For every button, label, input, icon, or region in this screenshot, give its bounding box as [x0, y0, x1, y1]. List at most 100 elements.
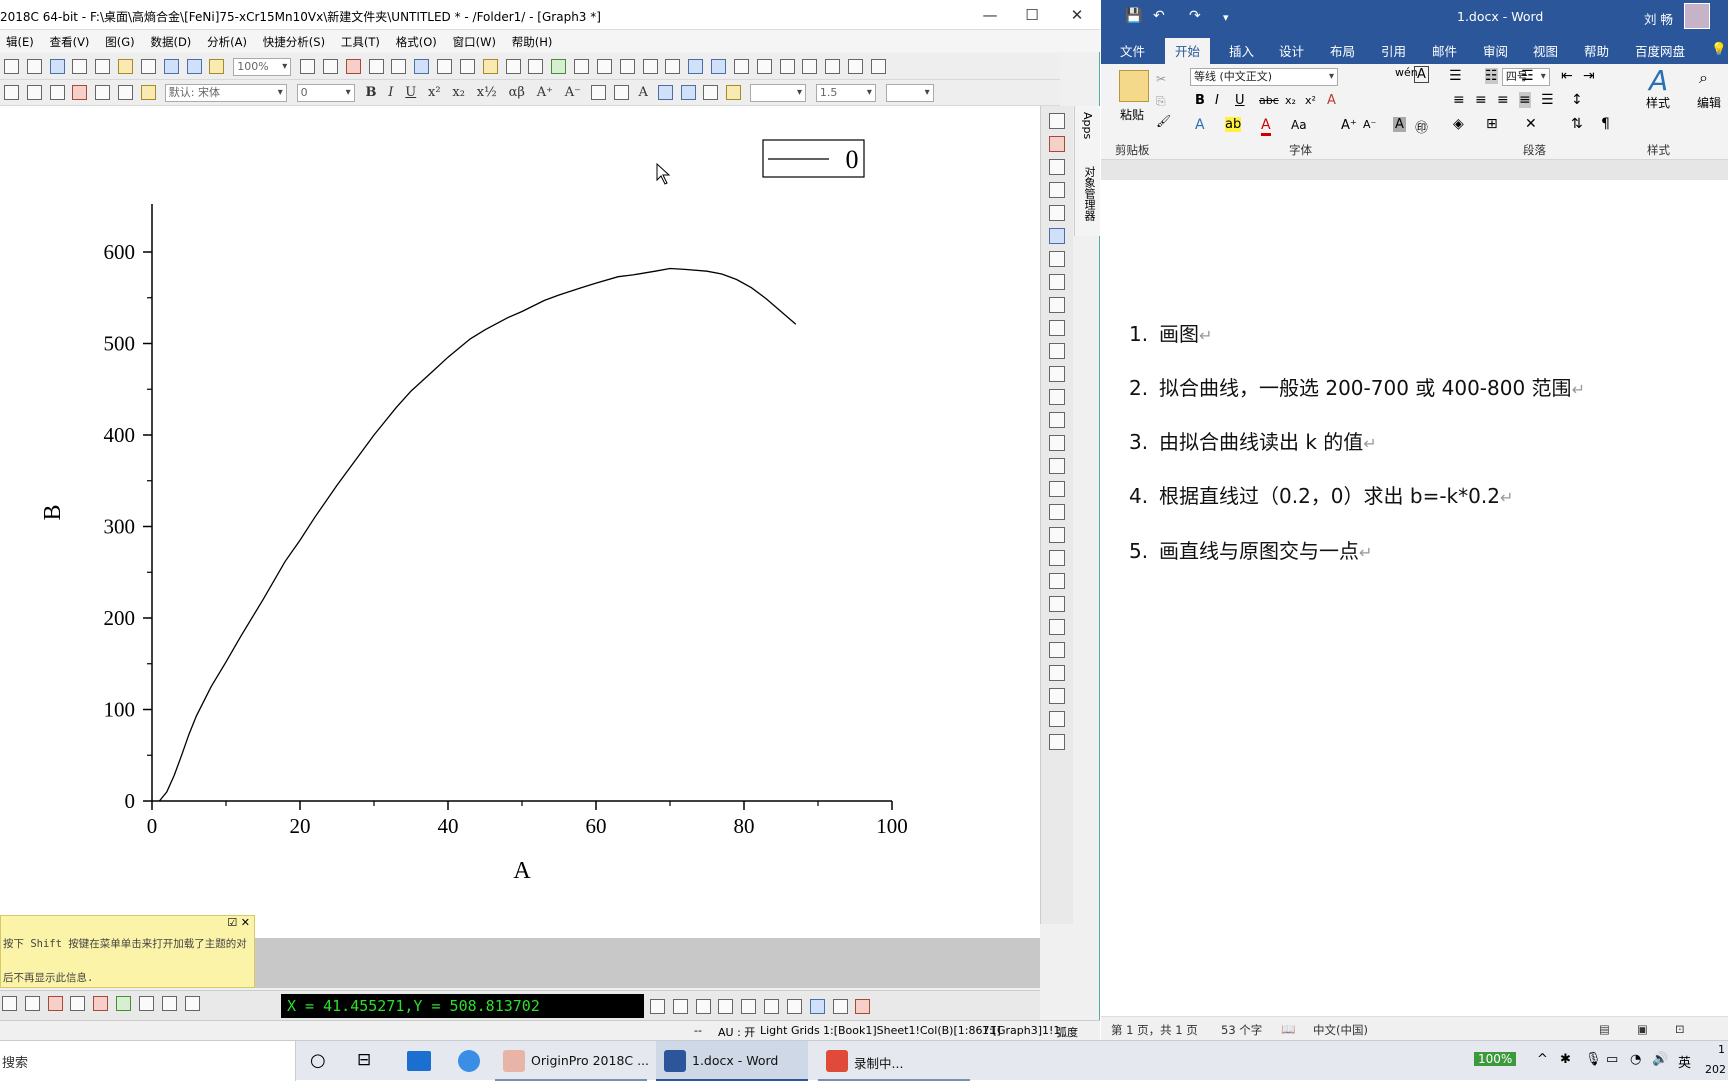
- rescale-icon[interactable]: [1049, 205, 1065, 221]
- strikethrough-icon[interactable]: abc: [1259, 94, 1279, 107]
- 3d-scatter-icon[interactable]: [695, 999, 711, 1014]
- shrink-font-icon[interactable]: A⁻: [1363, 118, 1376, 131]
- align-left-tool-icon[interactable]: [1049, 504, 1065, 520]
- calculator-icon[interactable]: [528, 59, 544, 74]
- increase-font-icon[interactable]: A⁺: [537, 85, 553, 100]
- pointer-icon[interactable]: [1049, 113, 1065, 129]
- underline-icon[interactable]: U: [405, 85, 416, 100]
- menu-graph[interactable]: 图(G): [99, 30, 140, 50]
- align-icon[interactable]: [590, 85, 606, 100]
- tab-file[interactable]: 文件: [1120, 41, 1145, 60]
- close-icon[interactable]: ✕: [1062, 4, 1092, 26]
- taskbar-item-word[interactable]: 1.docx - Word: [656, 1041, 808, 1081]
- proofing-icon[interactable]: 📖: [1281, 1022, 1295, 1036]
- command-window-icon[interactable]: [437, 59, 453, 74]
- line-style-combo[interactable]: [750, 84, 807, 102]
- l-app-icon[interactable]: [458, 1050, 480, 1072]
- tab-baidu-netdisk[interactable]: 百度网盘: [1635, 41, 1685, 60]
- statistics-icon[interactable]: [619, 59, 635, 74]
- pattern-color-icon[interactable]: [680, 85, 696, 100]
- mail-icon[interactable]: [407, 1051, 431, 1071]
- document-page[interactable]: 1. 画图↵ 2. 拟合曲线，一般选 200-700 或 400-800 范围↵ 3…: [1101, 180, 1728, 1000]
- list-item[interactable]: 3. 由拟合曲线读出 k 的值↵: [1129, 426, 1377, 455]
- filter-options-icon[interactable]: [802, 59, 818, 74]
- column-plot-icon[interactable]: [47, 996, 63, 1011]
- open-template-icon[interactable]: [140, 59, 156, 74]
- sort-icon[interactable]: [642, 59, 658, 74]
- ime-indicator[interactable]: 英: [1678, 1052, 1691, 1071]
- sum-icon[interactable]: [596, 59, 612, 74]
- taskbar-item-origin[interactable]: OriginPro 2018C ...: [495, 1041, 649, 1081]
- save-template-icon[interactable]: [186, 59, 202, 74]
- character-shading-icon[interactable]: A: [1393, 117, 1406, 132]
- language[interactable]: 中文(中国): [1313, 1022, 1368, 1038]
- styles-icon[interactable]: A: [1649, 64, 1668, 97]
- color-wheel-icon[interactable]: [551, 59, 567, 74]
- align-left-icon[interactable]: ≡: [1453, 92, 1465, 108]
- symbol-combo[interactable]: [885, 84, 934, 102]
- bold-icon[interactable]: B: [1195, 93, 1205, 108]
- editing-button[interactable]: 编辑: [1697, 94, 1721, 111]
- align-top-tool-icon[interactable]: [1049, 550, 1065, 566]
- tab-references[interactable]: 引用: [1381, 41, 1406, 60]
- highlight-icon[interactable]: ab: [1225, 117, 1242, 132]
- zoom-in-icon[interactable]: [1049, 136, 1065, 152]
- italic-icon[interactable]: I: [388, 85, 393, 100]
- maximize-icon[interactable]: ☐: [1017, 4, 1047, 26]
- fit-icon[interactable]: [733, 59, 749, 74]
- list-item[interactable]: 5. 画直线与原图交与一点↵: [1129, 535, 1372, 564]
- format-painter-icon[interactable]: 🖌: [1156, 114, 1171, 128]
- template-icon[interactable]: [184, 996, 200, 1011]
- 3d-wire-icon[interactable]: [718, 999, 734, 1014]
- merge-icon[interactable]: [4, 85, 19, 100]
- data-selector-icon[interactable]: [1049, 274, 1065, 290]
- list-item[interactable]: 4. 根据直线过（0.2，0）求出 b=-k*0.2↵: [1129, 480, 1513, 509]
- results-log-icon[interactable]: [414, 59, 430, 74]
- tab-layout[interactable]: 布局: [1330, 41, 1355, 60]
- paste-icon[interactable]: [140, 85, 156, 100]
- network-icon[interactable]: ◔: [1630, 1052, 1641, 1067]
- font-color-icon[interactable]: A: [639, 85, 648, 100]
- power-icon[interactable]: ▭: [1606, 1052, 1618, 1067]
- align-right-icon[interactable]: ≡: [1497, 92, 1509, 108]
- tab-insert[interactable]: 插入: [1229, 41, 1254, 60]
- area-plot-icon[interactable]: [116, 996, 132, 1011]
- avatar[interactable]: [1684, 3, 1710, 29]
- task-view-icon[interactable]: ⊟: [357, 1050, 371, 1070]
- new-project-icon[interactable]: [49, 59, 65, 74]
- 3d-wall-icon[interactable]: [786, 999, 802, 1014]
- styles-button[interactable]: 样式: [1646, 94, 1670, 111]
- increase-indent-icon[interactable]: ⇥: [1583, 68, 1595, 84]
- screen-reader-icon[interactable]: [1049, 251, 1065, 267]
- 3d-bar-icon[interactable]: [672, 999, 688, 1014]
- graph-canvas[interactable]: 0 20 40 60 80 100 0 100 200 300 400 500 600 A B 0: [0, 106, 1040, 938]
- enclose-characters-icon[interactable]: ㊞: [1415, 117, 1428, 136]
- borders-icon[interactable]: ⊞: [1486, 116, 1498, 132]
- chinese-layout-icon[interactable]: ✕: [1525, 116, 1537, 132]
- paste-icon[interactable]: [1119, 70, 1149, 102]
- chevron-up-icon[interactable]: ^: [1537, 1052, 1548, 1067]
- bullets-icon[interactable]: ☰: [1449, 68, 1462, 84]
- cortana-icon[interactable]: ○: [310, 1050, 326, 1071]
- menu-data[interactable]: 数据(D): [144, 30, 197, 50]
- layer-icon[interactable]: [345, 59, 361, 74]
- circle-tool-icon[interactable]: [1049, 435, 1065, 451]
- new-graph-icon[interactable]: [72, 59, 88, 74]
- menu-tools[interactable]: 工具(T): [335, 30, 386, 50]
- tab-home[interactable]: 开始: [1165, 38, 1211, 64]
- undo-icon[interactable]: ↶: [1153, 8, 1165, 24]
- read-mode-icon[interactable]: ▤: [1599, 1022, 1610, 1036]
- taskbar-item-recorder[interactable]: 录制中...: [818, 1041, 970, 1081]
- x-axis-icon[interactable]: [825, 59, 841, 74]
- justify-icon[interactable]: ≡: [1519, 92, 1531, 108]
- grow-font-icon[interactable]: A⁺: [1341, 118, 1357, 133]
- 3d-ribbon-icon[interactable]: [764, 999, 780, 1014]
- menu-window[interactable]: 窗口(W): [447, 30, 502, 50]
- font-size-combo[interactable]: 0: [296, 84, 355, 102]
- change-case-icon[interactable]: Aa: [1291, 118, 1307, 132]
- line-width-combo[interactable]: 1.5: [815, 84, 876, 102]
- text-tool-icon[interactable]: [1049, 343, 1065, 359]
- 3d-axis-icon[interactable]: [855, 999, 871, 1014]
- cut-icon[interactable]: [95, 85, 111, 100]
- clear-formatting-icon[interactable]: A: [1327, 93, 1336, 108]
